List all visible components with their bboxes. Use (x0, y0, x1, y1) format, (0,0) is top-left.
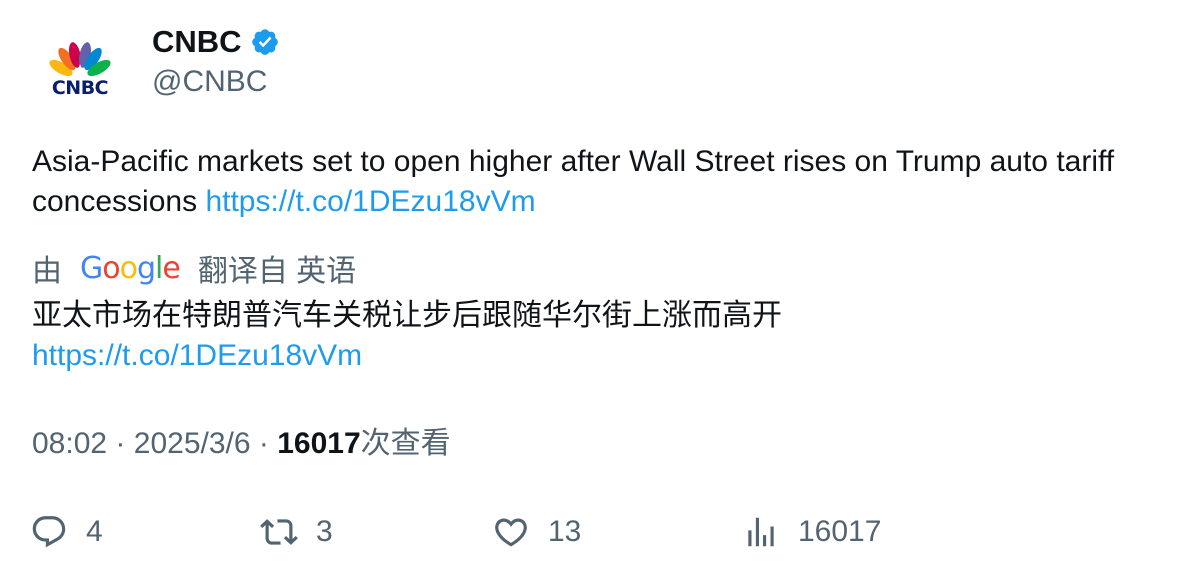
views-button[interactable]: 16017 (742, 510, 881, 554)
google-logo-icon: Google (80, 250, 181, 286)
translation-attribution: 由 Google 翻译自 英语 (32, 246, 356, 290)
tweet-card: CNBC CNBC @CNBC Asia-Pacific markets set… (0, 0, 1196, 578)
like-count: 13 (548, 515, 582, 548)
verified-badge-icon (251, 29, 278, 55)
heart-icon (495, 518, 527, 547)
like-button[interactable]: 13 (492, 510, 581, 554)
retweet-count: 3 (316, 515, 333, 548)
author-handle[interactable]: @CNBC (152, 64, 267, 100)
translated-text: 亚太市场在特朗普汽车关税让步后跟随华尔街上涨而高开 https://t.co/1… (32, 296, 1172, 376)
retweet-button[interactable]: 3 (260, 510, 333, 554)
meta-separator: · (115, 427, 126, 460)
author-display-name[interactable]: CNBC (152, 24, 280, 60)
reply-count: 4 (86, 515, 103, 548)
meta-separator: · (258, 427, 269, 460)
tweet-text: Asia-Pacific markets set to open higher … (32, 142, 1172, 222)
tweet-date[interactable]: 2025/3/6 (134, 427, 251, 460)
translation-suffix: 翻译自 英语 (197, 255, 357, 288)
tweet-meta: 08:02 · 2025/3/6 · 16017次查看 (32, 424, 451, 464)
views-label: 次查看 (360, 427, 451, 460)
views-action-count: 16017 (798, 515, 882, 548)
author-name-text: CNBC (152, 24, 242, 59)
action-bar: 4 3 13 16017 (30, 510, 1170, 554)
translation-prefix: 由 (32, 255, 62, 288)
avatar[interactable]: CNBC (36, 30, 124, 118)
tweet-body: Asia-Pacific markets set to open higher … (32, 145, 1115, 218)
avatar-wordmark: CNBC (51, 77, 109, 99)
tweet-time[interactable]: 08:02 (32, 427, 107, 460)
peacock-logo-icon (49, 42, 111, 77)
translated-link[interactable]: https://t.co/1DEzu18vVm (32, 339, 362, 372)
tweet-link[interactable]: https://t.co/1DEzu18vVm (205, 185, 535, 218)
reply-button[interactable]: 4 (30, 510, 103, 554)
views-count: 16017 (277, 427, 361, 460)
reply-icon (32, 516, 66, 548)
retweet-icon (260, 519, 298, 545)
analytics-icon (748, 517, 774, 547)
translated-body: 亚太市场在特朗普汽车关税让步后跟随华尔街上涨而高开 (32, 299, 782, 332)
